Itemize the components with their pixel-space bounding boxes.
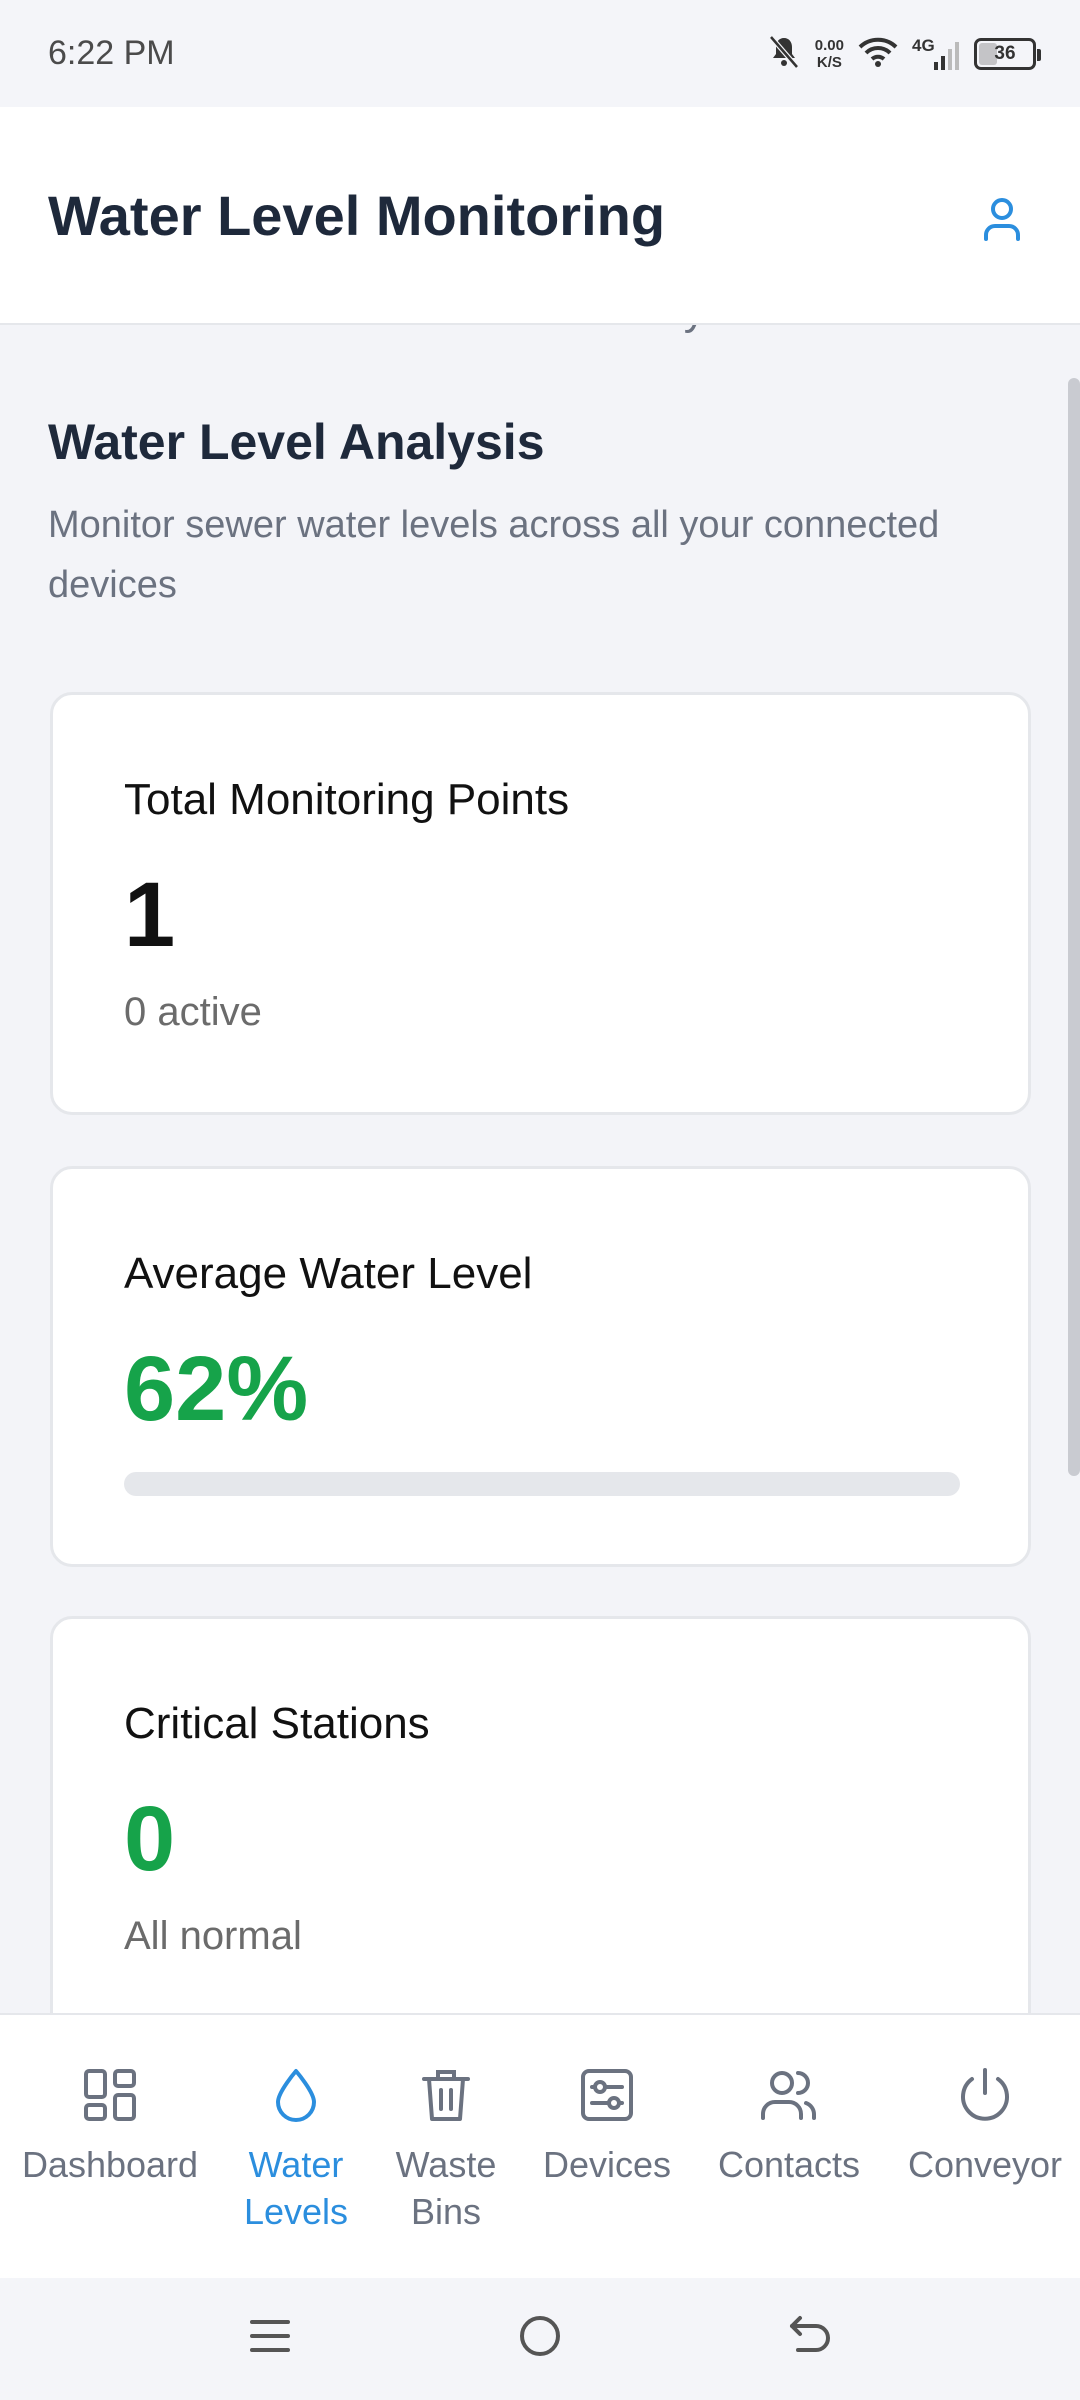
card-value: 62%	[124, 1338, 309, 1440]
nav-label: Water Levels	[243, 2144, 349, 2232]
back-arrow-icon	[786, 2314, 834, 2363]
status-icons: 0.00 K/S 4G 36	[767, 30, 1041, 78]
scrollbar[interactable]	[1068, 378, 1080, 1476]
average-water-level-card: Average Water Level 62%	[50, 1166, 1031, 1567]
net-speed-unit: K/S	[816, 54, 842, 71]
cellular-signal-icon: 4G	[912, 36, 960, 72]
water-level-progress-bar	[124, 1472, 960, 1496]
app-header: Water Level Monitoring	[0, 107, 1080, 325]
nav-item-dashboard[interactable]: Dashboard	[20, 2063, 200, 2188]
home-circle-icon	[518, 2314, 562, 2363]
system-navigation-bar	[0, 2278, 1080, 2400]
home-button[interactable]	[510, 2308, 570, 2368]
nav-item-conveyor[interactable]: Conveyor	[900, 2063, 1070, 2188]
back-button[interactable]	[780, 2308, 840, 2368]
nav-label: Contacts	[717, 2144, 861, 2185]
main-content[interactable]: Real-time sewer water level analytics Wa…	[0, 325, 1080, 2013]
menu-button[interactable]	[240, 2308, 300, 2368]
card-subtext: 0 active	[124, 990, 262, 1034]
device-icon	[575, 2063, 639, 2127]
battery-icon: 36	[974, 38, 1041, 70]
contacts-icon	[757, 2063, 821, 2127]
nav-item-water-levels[interactable]: Water Levels	[236, 2063, 356, 2235]
wifi-icon	[858, 36, 898, 73]
page-title: Water Level Monitoring	[48, 184, 666, 247]
menu-lines-icon	[248, 2316, 292, 2361]
net-speed-value: 0.00	[814, 37, 844, 54]
power-icon	[953, 2063, 1017, 2127]
nav-item-devices[interactable]: Devices	[530, 2063, 684, 2188]
nav-item-contacts[interactable]: Contacts	[704, 2063, 874, 2188]
bell-muted-icon	[767, 34, 801, 75]
card-title: Average Water Level	[124, 1249, 533, 1298]
nav-item-waste-bins[interactable]: Waste Bins	[386, 2063, 506, 2235]
card-value: 0	[124, 1788, 176, 1890]
card-value: 1	[124, 864, 176, 966]
card-title: Critical Stations	[124, 1699, 430, 1748]
net-speed: 0.00 K/S	[815, 37, 844, 71]
nav-label: Waste Bins	[395, 2144, 497, 2232]
status-time: 6:22 PM	[48, 34, 175, 72]
card-subtext: All normal	[124, 1914, 302, 1958]
nav-label: Dashboard	[21, 2144, 199, 2185]
user-icon	[982, 196, 1022, 247]
nav-label: Devices	[542, 2144, 672, 2185]
status-bar: 6:22 PM 0.00 K/S 4G 36	[0, 0, 1080, 107]
user-profile-button[interactable]	[970, 189, 1034, 253]
battery-level: 36	[994, 43, 1016, 64]
critical-stations-card: Critical Stations 0 All normal	[50, 1616, 1031, 2013]
page-subtitle: Real-time sewer water level analytics	[48, 325, 772, 335]
water-drop-icon	[264, 2063, 328, 2127]
bottom-navigation: Dashboard Water Levels Waste Bins Device…	[0, 2013, 1080, 2278]
card-title: Total Monitoring Points	[124, 775, 570, 824]
nav-label: Conveyor	[907, 2144, 1063, 2185]
total-monitoring-points-card: Total Monitoring Points 1 0 active	[50, 692, 1031, 1115]
section-description: Monitor sewer water levels across all yo…	[48, 504, 940, 606]
trash-bin-icon	[414, 2063, 478, 2127]
section-title: Water Level Analysis	[48, 414, 545, 470]
dashboard-grid-icon	[78, 2063, 142, 2127]
